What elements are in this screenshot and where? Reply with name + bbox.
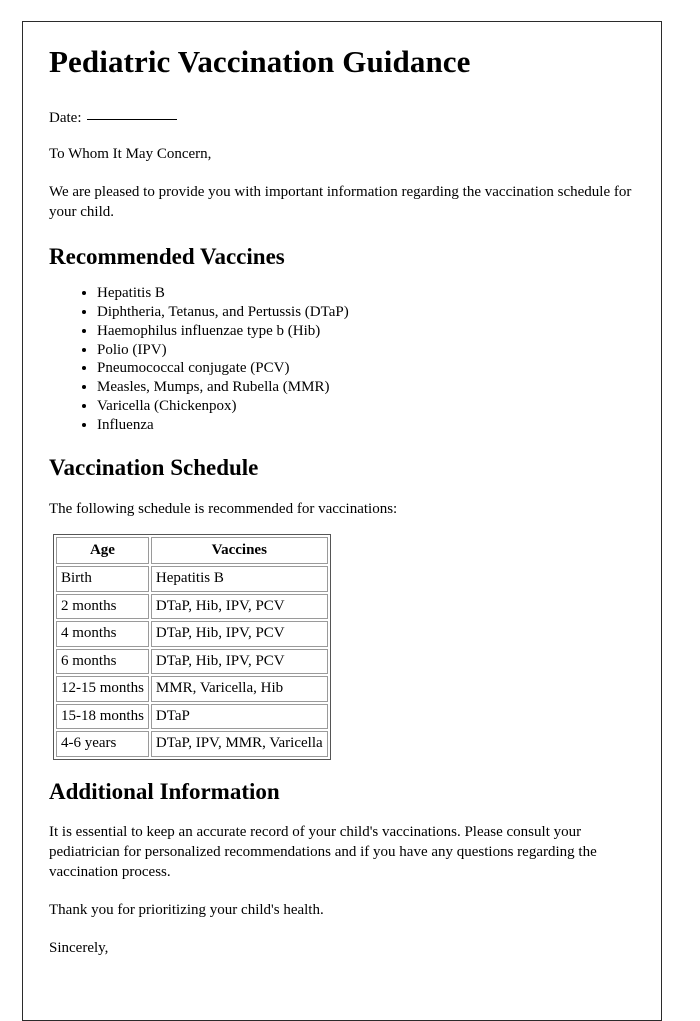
column-header-vaccines: Vaccines <box>150 536 328 565</box>
cell-age: 4 months <box>56 621 149 647</box>
cell-vaccines: DTaP <box>150 703 328 730</box>
cell-age: 4-6 years <box>56 731 149 757</box>
table-row: 6 months DTaP, Hib, IPV, PCV <box>56 648 328 675</box>
cell-age: 6 months <box>56 648 149 675</box>
document-body: Pediatric Vaccination Guidance Date: To … <box>23 22 661 958</box>
cell-vaccines: MMR, Varicella, Hib <box>150 676 328 702</box>
list-item: Influenza <box>97 416 635 435</box>
date-label: Date: <box>49 109 82 126</box>
section-heading-vaccination-schedule: Vaccination Schedule <box>49 455 259 481</box>
date-input-blank[interactable] <box>87 118 178 120</box>
cell-age: 15-18 months <box>56 703 149 730</box>
table-row: 4-6 years DTaP, IPV, MMR, Varicella <box>56 731 328 757</box>
cell-age: Birth <box>56 566 149 592</box>
table-header-row: Age Vaccines <box>56 536 328 565</box>
table-row: 12-15 months MMR, Varicella, Hib <box>56 676 328 702</box>
list-item: Haemophilus influenzae type b (Hib) <box>97 322 635 341</box>
table-row: Birth Hepatitis B <box>56 566 328 592</box>
thank-you-paragraph: Thank you for prioritizing your child's … <box>49 901 324 918</box>
list-item: Polio (IPV) <box>97 341 635 360</box>
table-row: 2 months DTaP, Hib, IPV, PCV <box>56 593 328 620</box>
column-header-age: Age <box>56 536 149 565</box>
date-field-row: Date: <box>49 109 635 128</box>
intro-paragraph: We are pleased to provide you with impor… <box>49 184 632 220</box>
cell-vaccines: Hepatitis B <box>150 566 328 592</box>
section-heading-recommended-vaccines: Recommended Vaccines <box>49 243 285 269</box>
cell-age: 2 months <box>56 593 149 620</box>
salutation: To Whom It May Concern, <box>49 146 212 163</box>
cell-vaccines: DTaP, Hib, IPV, PCV <box>150 593 328 620</box>
list-item: Pneumococcal conjugate (PCV) <box>97 359 635 378</box>
table-row: 15-18 months DTaP <box>56 703 328 730</box>
vaccination-schedule-table: Age Vaccines Birth Hepatitis B 2 months … <box>53 533 331 760</box>
list-item: Varicella (Chickenpox) <box>97 397 635 416</box>
cell-vaccines: DTaP, IPV, MMR, Varicella <box>150 731 328 757</box>
table-body: Birth Hepatitis B 2 months DTaP, Hib, IP… <box>56 566 328 757</box>
signoff: Sincerely, <box>49 939 109 956</box>
list-item: Hepatitis B <box>97 284 635 303</box>
cell-vaccines: DTaP, Hib, IPV, PCV <box>150 648 328 675</box>
cell-age: 12-15 months <box>56 676 149 702</box>
additional-information-paragraph: It is essential to keep an accurate reco… <box>49 824 597 880</box>
table-header: Age Vaccines <box>56 536 328 565</box>
cell-vaccines: DTaP, Hib, IPV, PCV <box>150 621 328 647</box>
schedule-intro-paragraph: The following schedule is recommended fo… <box>49 500 398 517</box>
list-item: Measles, Mumps, and Rubella (MMR) <box>97 378 635 397</box>
document-page: Pediatric Vaccination Guidance Date: To … <box>22 21 662 1021</box>
page-title: Pediatric Vaccination Guidance <box>49 44 471 79</box>
list-item: Diphtheria, Tetanus, and Pertussis (DTaP… <box>97 303 635 322</box>
section-heading-additional-information: Additional Information <box>49 778 280 804</box>
recommended-vaccines-list: Hepatitis B Diphtheria, Tetanus, and Per… <box>49 284 635 434</box>
table-row: 4 months DTaP, Hib, IPV, PCV <box>56 621 328 647</box>
